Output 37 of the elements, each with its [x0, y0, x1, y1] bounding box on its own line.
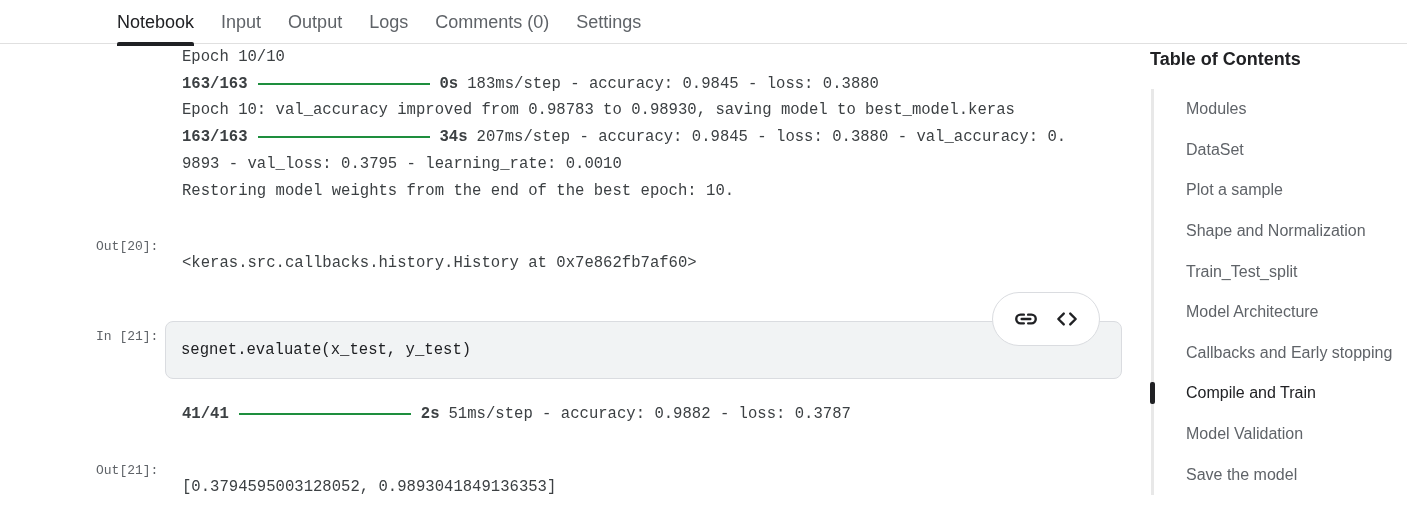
output-line: [0.3794595003128052, 0.9893041849136353] [182, 476, 557, 498]
elapsed-time: 34s [439, 127, 468, 149]
output-line: <keras.src.callbacks.history.History at 0x7e862fb7af60> [182, 253, 697, 275]
elapsed-time: 0s [439, 73, 459, 95]
tab[interactable]: Logs [369, 0, 409, 44]
output-line: 9893 - val_loss: 0.3795 - learning_rate: 0.0010 [182, 153, 623, 175]
toc-title: Table of Contents [1150, 49, 1302, 70]
toc-link[interactable]: Callbacks and Early stopping [1186, 343, 1393, 362]
tab[interactable]: Output [288, 0, 343, 44]
toc-link[interactable]: Modules [1186, 100, 1247, 119]
toc-link[interactable]: Model Architecture [1186, 303, 1319, 322]
toc-link[interactable]: Compile and Train [1186, 384, 1316, 403]
tab[interactable]: Input [221, 0, 262, 44]
output-prompt: Out[21]: [95, 462, 160, 478]
code-cell[interactable]: segnet.evaluate(x_test, y_test) [165, 320, 1122, 379]
step-count: 41/41 [182, 403, 229, 425]
toc-link[interactable]: Train_Test_split [1186, 262, 1298, 281]
toc-link[interactable]: DataSet [1186, 140, 1244, 159]
tab[interactable]: Notebook [117, 0, 195, 44]
output-line: Epoch 10/10 [182, 47, 286, 68]
elapsed-time: 2s [420, 403, 440, 425]
step-count: 163/163 [182, 73, 248, 95]
output-prompt: Out[20]: [95, 239, 160, 255]
toc-link[interactable]: Save the model [1186, 465, 1298, 484]
output-line: Epoch 10: val_accuracy improved from 0.98783 to 0.98930, saving model to best_model.keras [182, 100, 1016, 122]
output-line: 51ms/step - accuracy: 0.9882 - loss: 0.3787 [448, 403, 851, 425]
code-line: segnet.evaluate(x_test, y_test) [181, 340, 472, 359]
toc-link[interactable]: Plot a sample [1186, 181, 1283, 200]
step-count: 163/163 [182, 127, 248, 149]
output-line: 207ms/step - accuracy: 0.9845 - loss: 0.3880 - val_accuracy: 0. [476, 127, 1067, 149]
toc-link[interactable]: Model Validation [1186, 425, 1304, 444]
toc-link[interactable]: Shape and Normalization [1186, 222, 1366, 241]
output-line: Restoring model weights from the end of the best epoch: 10. [182, 180, 736, 202]
tab[interactable]: Settings [576, 0, 642, 44]
input-prompt: In [21]: [95, 328, 160, 344]
tab[interactable]: Comments (0) [435, 0, 550, 44]
output-line: 183ms/step - accuracy: 0.9845 - loss: 0.3880 [467, 73, 879, 95]
